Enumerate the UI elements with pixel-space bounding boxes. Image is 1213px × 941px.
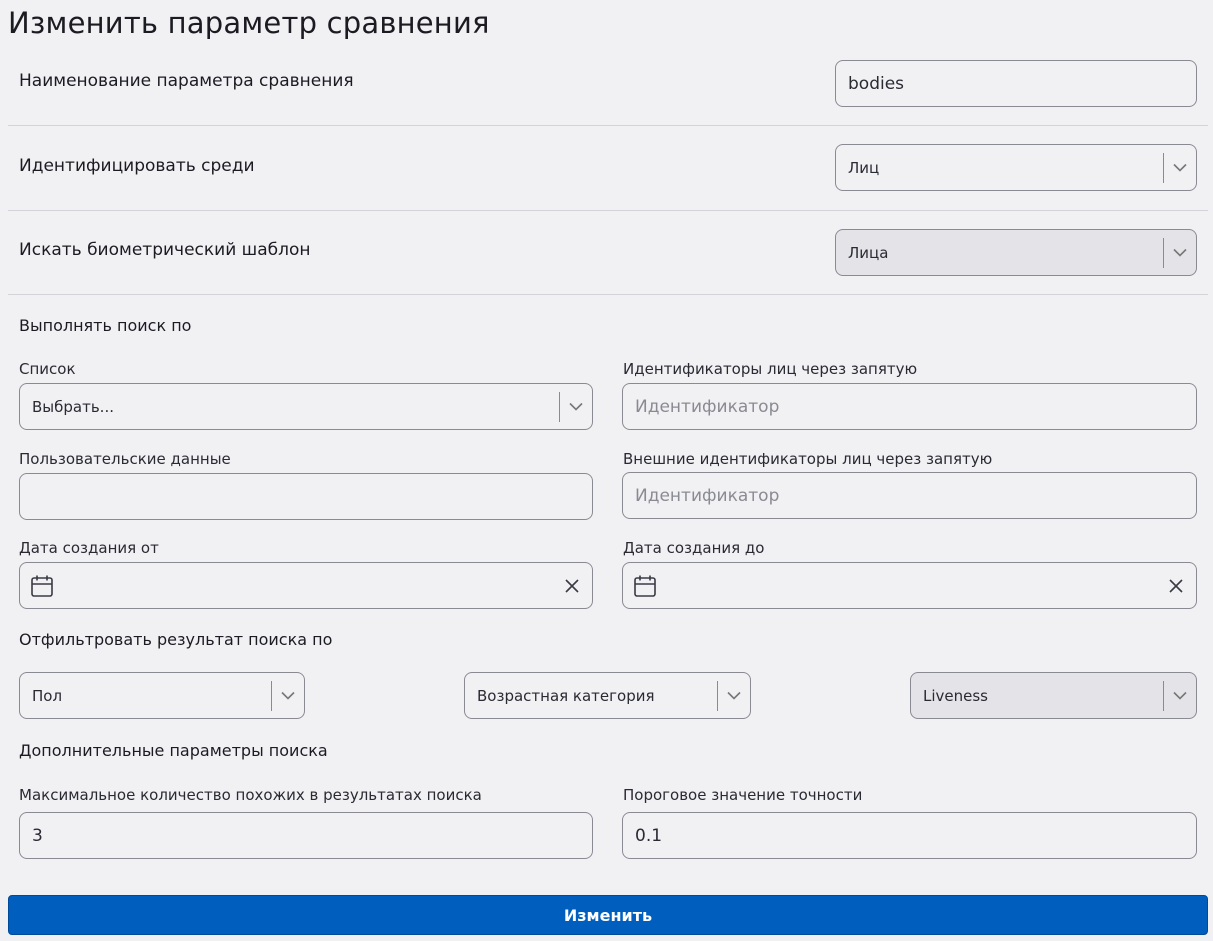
liveness-select: Liveness (910, 672, 1197, 719)
date-to-label: Дата создания до (623, 539, 765, 557)
extra-section-heading: Дополнительные параметры поиска (19, 741, 328, 760)
gender-placeholder: Пол (32, 686, 63, 705)
divider (8, 294, 1208, 295)
external-ids-placeholder: Идентификатор (635, 485, 780, 506)
gender-select[interactable]: Пол (19, 672, 305, 719)
divider (8, 210, 1208, 211)
template-select: Лица (835, 229, 1197, 276)
user-data-label: Пользовательские данные (19, 450, 231, 468)
calendar-icon[interactable] (30, 574, 54, 598)
age-category-select[interactable]: Возрастная категория (464, 672, 751, 719)
list-label: Список (19, 360, 76, 378)
divider (8, 125, 1208, 126)
list-select[interactable]: Выбрать... (19, 383, 593, 430)
max-similar-input[interactable]: 3 (19, 812, 593, 859)
chevron-down-icon[interactable] (718, 673, 750, 718)
user-data-input[interactable] (19, 473, 593, 520)
close-icon[interactable] (1156, 563, 1196, 608)
identify-selected: Лиц (848, 158, 880, 177)
date-from-input[interactable] (19, 562, 593, 609)
date-to-input[interactable] (622, 562, 1197, 609)
name-value: bodies (848, 73, 905, 94)
face-ids-label: Идентификаторы лиц через запятую (623, 360, 918, 378)
threshold-input[interactable]: 0.1 (622, 812, 1197, 859)
submit-button[interactable]: Изменить (8, 895, 1208, 935)
face-ids-placeholder: Идентификатор (635, 396, 780, 417)
max-similar-label: Максимальное количество похожих в резуль… (19, 786, 482, 804)
filter-section-heading: Отфильтровать результат поиска по (19, 630, 333, 649)
page-title: Изменить параметр сравнения (8, 6, 490, 40)
template-label: Искать биометрический шаблон (19, 240, 311, 260)
external-ids-input[interactable]: Идентификатор (622, 472, 1197, 519)
name-input[interactable]: bodies (835, 60, 1197, 107)
close-icon[interactable] (552, 563, 592, 608)
age-category-placeholder: Возрастная категория (477, 686, 655, 705)
chevron-down-icon (1164, 673, 1196, 718)
chevron-down-icon[interactable] (272, 673, 304, 718)
threshold-label: Пороговое значение точности (623, 786, 863, 804)
search-section-heading: Выполнять поиск по (19, 316, 192, 335)
date-from-label: Дата создания от (19, 539, 159, 557)
identify-select[interactable]: Лиц (835, 144, 1197, 191)
max-similar-value: 3 (32, 825, 43, 846)
chevron-down-icon[interactable] (560, 384, 592, 429)
identify-label: Идентифицировать среди (19, 156, 255, 176)
name-label: Наименование параметра сравнения (19, 71, 354, 91)
chevron-down-icon[interactable] (1164, 145, 1196, 190)
liveness-placeholder: Liveness (923, 686, 988, 705)
calendar-icon[interactable] (633, 574, 657, 598)
chevron-down-icon (1164, 230, 1196, 275)
face-ids-input[interactable]: Идентификатор (622, 383, 1197, 430)
template-selected: Лица (848, 243, 889, 262)
threshold-value: 0.1 (635, 825, 663, 846)
external-ids-label: Внешние идентификаторы лиц через запятую (623, 450, 993, 468)
list-placeholder: Выбрать... (32, 397, 114, 416)
